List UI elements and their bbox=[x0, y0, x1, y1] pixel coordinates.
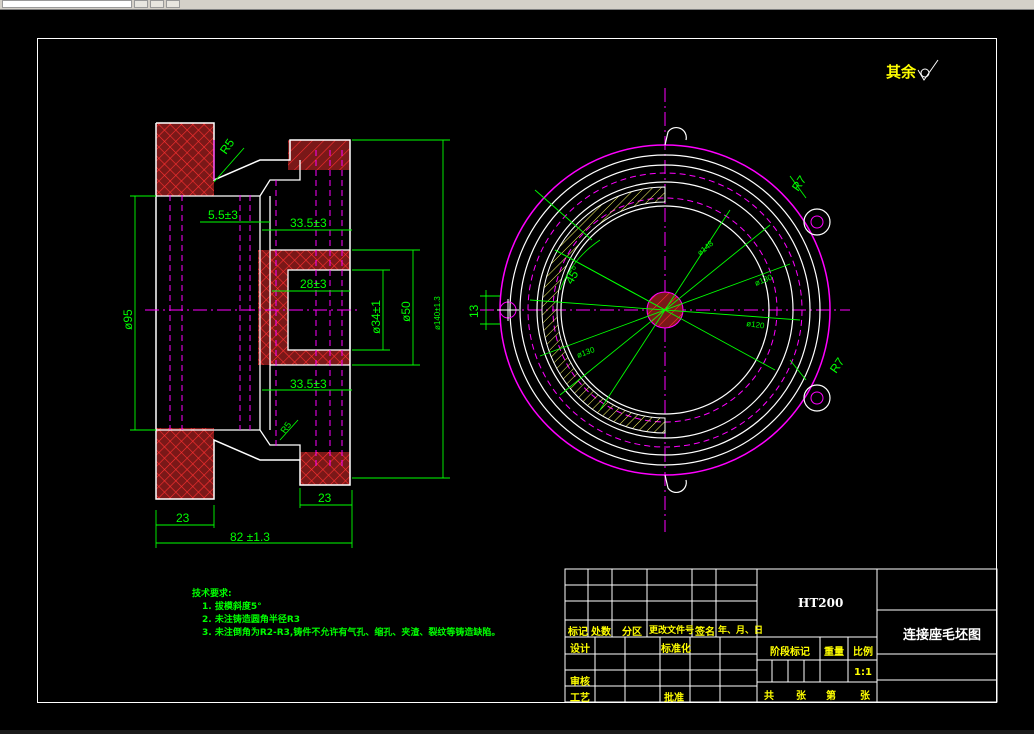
dim-dia-34: ø34±1 bbox=[369, 300, 383, 334]
dim-circle-d3: ø120 bbox=[746, 319, 766, 331]
tb-approve: 批准 bbox=[664, 693, 684, 704]
dim-bore-depth-top: 33.5±3 bbox=[290, 216, 327, 230]
dim-dia-140: ø140±1.3 bbox=[433, 296, 442, 330]
tb-doc-no: 更改文件号 bbox=[649, 626, 695, 636]
tech-req-title: 技术要求: bbox=[192, 589, 232, 599]
surface-finish-note: 其余 bbox=[886, 63, 917, 81]
drawing-canvas[interactable]: R5 R5 5.5±3 33.5±3 28±3 33.5±3 ø95 ø34±1… bbox=[0, 10, 1034, 730]
toolbar-button[interactable] bbox=[166, 0, 180, 8]
dim-bore-depth-bot: 33.5±3 bbox=[290, 377, 327, 391]
tb-count: 处数 bbox=[591, 627, 611, 638]
command-field[interactable] bbox=[2, 0, 132, 8]
dim-bore-depth-mid: 28±3 bbox=[300, 277, 327, 291]
tech-req-item: 1. 拔模斜度5° bbox=[202, 602, 262, 612]
tb-zone: 分区 bbox=[622, 627, 642, 638]
tech-req-item: 2. 未注铸造圆角半径R3 bbox=[202, 615, 301, 625]
dim-circle-d2: ø130 bbox=[753, 272, 774, 287]
dim-circle-d1: ø148 bbox=[696, 239, 716, 258]
tb-no: 第 bbox=[826, 691, 836, 702]
tb-stage: 阶段标记 bbox=[770, 647, 810, 658]
tb-standard: 标准化 bbox=[661, 644, 691, 655]
tb-process: 工艺 bbox=[570, 693, 590, 704]
dim-circle-d4: ø130 bbox=[576, 345, 597, 360]
dim-r7-bottom: R7 bbox=[827, 355, 847, 376]
tb-ratio: 比例 bbox=[853, 647, 873, 658]
tb-design: 设计 bbox=[570, 644, 590, 655]
front-view: 45° 13 R7 R7 ø148 ø130 ø120 ø130 bbox=[467, 88, 850, 532]
dim-width-left: 23 bbox=[176, 511, 190, 525]
part-name: 连接座毛坯图 bbox=[903, 628, 982, 643]
dim-radius-bottom: R5 bbox=[278, 420, 293, 435]
tb-review: 审核 bbox=[570, 677, 590, 688]
dim-radius-top: R5 bbox=[217, 136, 237, 157]
toolbar-button[interactable] bbox=[150, 0, 164, 8]
surface-finish-symbol bbox=[917, 59, 939, 81]
dim-r7-top: R7 bbox=[789, 173, 809, 194]
app-toolbar bbox=[0, 0, 1034, 10]
dim-width-right: 23 bbox=[318, 491, 332, 505]
tb-mark: 标记 bbox=[568, 627, 588, 638]
dim-dia-95: ø95 bbox=[121, 309, 135, 330]
dim-height-13: 13 bbox=[467, 304, 481, 318]
status-strip bbox=[0, 730, 1034, 734]
section-view: R5 R5 5.5±3 33.5±3 28±3 33.5±3 ø95 ø34±1… bbox=[121, 122, 450, 548]
technical-requirements: 技术要求: 1. 拔模斜度5° 2. 未注铸造圆角半径R3 3. 未注倒角为R2… bbox=[192, 588, 500, 640]
toolbar-button[interactable] bbox=[134, 0, 148, 8]
tb-weight: 重量 bbox=[824, 647, 844, 658]
tb-sign: 签名 bbox=[695, 627, 715, 638]
tb-sheet: 张 bbox=[860, 691, 870, 702]
material-label: HT200 bbox=[798, 596, 844, 610]
dim-inner-depth: 5.5±3 bbox=[208, 208, 238, 222]
tb-sheets: 张 bbox=[796, 691, 806, 702]
tech-req-item: 3. 未注倒角为R2-R3,铸件不允许有气孔、缩孔、夹渣、裂纹等铸造缺陷。 bbox=[202, 628, 501, 638]
dim-dia-50: ø50 bbox=[399, 301, 413, 322]
tb-scale: 1:1 bbox=[854, 667, 872, 678]
tb-total: 共 bbox=[764, 691, 774, 702]
tb-date: 年、月、日 bbox=[718, 626, 764, 636]
dim-total-length: 82 ±1.3 bbox=[230, 530, 270, 544]
